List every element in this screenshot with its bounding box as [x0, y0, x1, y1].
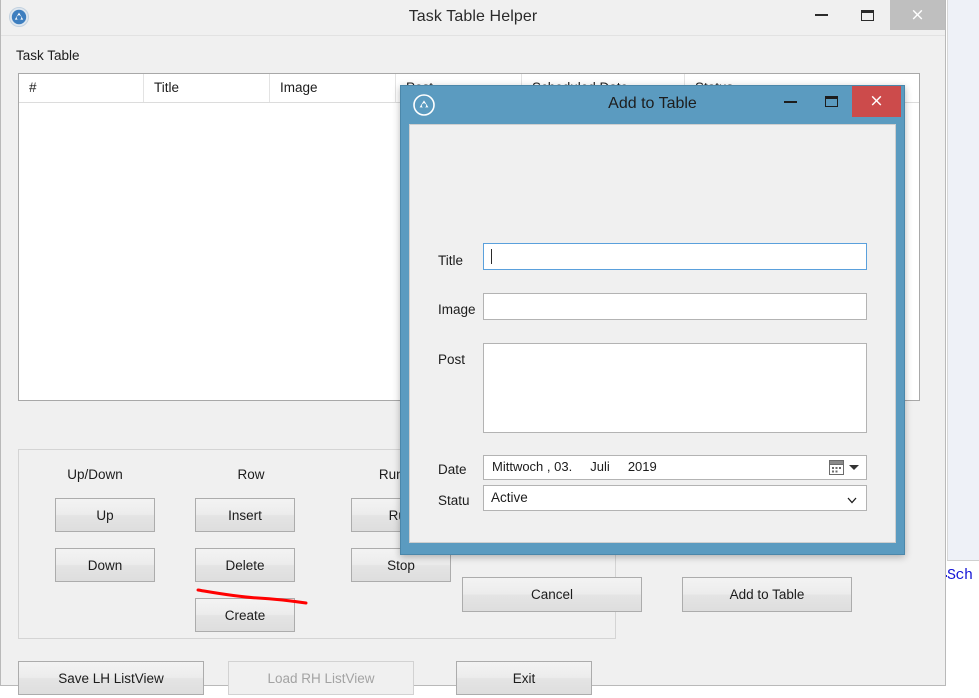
group-heading-updown: Up/Down — [67, 467, 123, 482]
status-field-label: Statu — [438, 493, 470, 508]
date-field-label: Date — [438, 462, 467, 477]
chevron-down-icon[interactable] — [847, 494, 857, 504]
cancel-button[interactable]: Cancel — [462, 577, 642, 612]
status-select-value: Active — [491, 490, 528, 505]
up-button[interactable]: Up — [55, 498, 155, 532]
main-title-bar: Task Table Helper × — [1, 0, 945, 36]
title-field-label: Title — [438, 253, 464, 268]
table-column-image[interactable]: Image — [270, 74, 396, 102]
create-button[interactable]: Create — [195, 598, 295, 632]
calendar-icon — [829, 460, 844, 475]
minimize-icon — [814, 14, 828, 16]
image-field-label: Image — [438, 302, 476, 317]
table-column-title[interactable]: Title — [144, 74, 270, 102]
main-minimize-button[interactable] — [798, 0, 844, 30]
background-code-text: Sch — [947, 563, 979, 698]
status-select[interactable]: Active — [483, 485, 867, 511]
minimize-icon — [784, 100, 797, 103]
image-input[interactable] — [483, 293, 867, 320]
down-button[interactable]: Down — [55, 548, 155, 582]
maximize-icon — [825, 96, 838, 107]
post-textarea[interactable] — [483, 343, 867, 433]
delete-button[interactable]: Delete — [195, 548, 295, 582]
table-column-index[interactable]: # — [19, 74, 144, 102]
main-close-button[interactable]: × — [890, 0, 945, 30]
date-picker[interactable]: Mittwoch , 03. Juli 2019 — [483, 455, 867, 480]
post-field-label: Post — [438, 352, 466, 367]
dialog-maximize-button[interactable] — [811, 86, 852, 117]
insert-button[interactable]: Insert — [195, 498, 295, 532]
dialog-title-bar: Add to Table × — [401, 86, 904, 124]
group-heading-row: Row — [237, 467, 265, 482]
maximize-icon — [860, 9, 874, 21]
text-caret — [491, 249, 492, 264]
load-rh-listview-button: Load RH ListView — [228, 661, 414, 695]
dialog-content: Title Image Post Date Mittwoch , 03. Jul… — [409, 124, 896, 612]
dialog-close-button[interactable]: × — [852, 86, 901, 117]
save-lh-listview-button[interactable]: Save LH ListView — [18, 661, 204, 695]
add-to-table-button[interactable]: Add to Table — [682, 577, 852, 612]
desktop-background: Sch Task Table Helper × Task Table # Tit… — [0, 0, 979, 698]
chevron-down-icon[interactable] — [849, 465, 859, 470]
exit-button[interactable]: Exit — [456, 661, 592, 695]
add-to-table-dialog: Add to Table × Title Image Post Date Mit — [400, 85, 905, 612]
close-icon: × — [869, 91, 884, 111]
background-editor-panel — [947, 0, 979, 560]
main-maximize-button[interactable] — [844, 0, 890, 30]
title-input[interactable] — [483, 243, 867, 270]
dialog-minimize-button[interactable] — [770, 86, 811, 117]
close-icon: × — [910, 4, 925, 25]
date-picker-value: Mittwoch , 03. Juli 2019 — [492, 459, 657, 474]
task-table-label: Task Table — [16, 48, 80, 63]
